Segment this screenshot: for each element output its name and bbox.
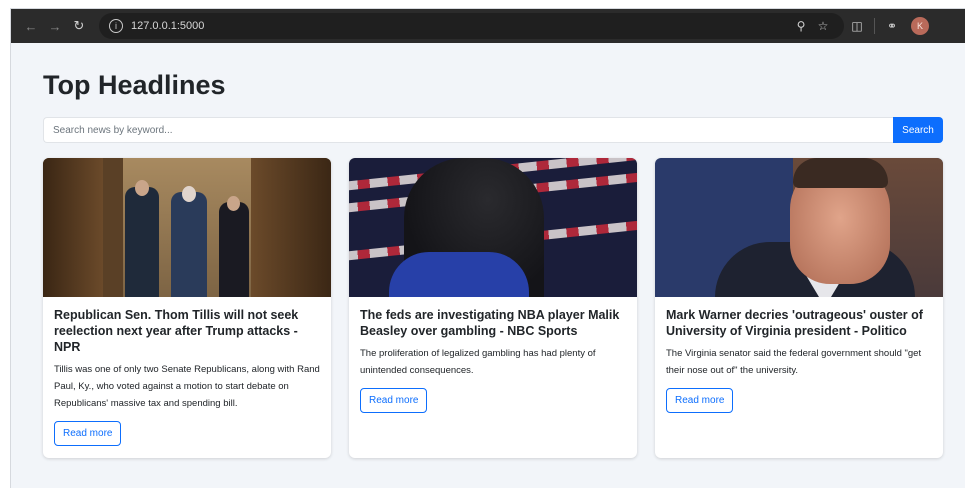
address-bar[interactable]: i 127.0.0.1:5000 ⚲ ☆ bbox=[99, 13, 844, 39]
card-body: Mark Warner decries 'outrageous' ouster … bbox=[655, 297, 943, 425]
browser-window: ← → ↻ i 127.0.0.1:5000 ⚲ ☆ ◫ ⚭ K Top Hea… bbox=[10, 8, 965, 488]
search-button[interactable]: Search bbox=[893, 117, 943, 143]
toolbar-separator bbox=[874, 18, 875, 34]
page-title: Top Headlines bbox=[43, 70, 226, 100]
site-info-icon[interactable]: i bbox=[109, 19, 123, 33]
search-input[interactable] bbox=[43, 117, 893, 143]
article-description: The Virginia senator said the federal go… bbox=[666, 348, 922, 376]
article-title: Mark Warner decries 'outrageous' ouster … bbox=[666, 308, 923, 338]
media-controls-icon[interactable]: ⚭ bbox=[879, 13, 905, 39]
news-card: The feds are investigating NBA player Ma… bbox=[349, 158, 637, 458]
forward-arrow-icon[interactable]: → bbox=[43, 14, 67, 38]
page-content: Top Headlines Search Repub bbox=[11, 43, 965, 458]
news-card: Mark Warner decries 'outrageous' ouster … bbox=[655, 158, 943, 458]
back-arrow-icon[interactable]: ← bbox=[19, 14, 43, 38]
article-title: The feds are investigating NBA player Ma… bbox=[360, 308, 620, 338]
read-more-button[interactable]: Read more bbox=[666, 388, 734, 413]
card-body: The feds are investigating NBA player Ma… bbox=[349, 297, 637, 425]
card-body: Republican Sen. Thom Tillis will not see… bbox=[43, 297, 331, 458]
article-image bbox=[43, 158, 331, 297]
article-description: Tillis was one of only two Senate Republ… bbox=[54, 364, 320, 409]
browser-toolbar: ← → ↻ i 127.0.0.1:5000 ⚲ ☆ ◫ ⚭ K bbox=[11, 9, 965, 43]
profile-avatar[interactable]: K bbox=[911, 17, 929, 35]
read-more-button[interactable]: Read more bbox=[54, 421, 122, 446]
article-title: Republican Sen. Thom Tillis will not see… bbox=[54, 308, 299, 354]
reload-icon[interactable]: ↻ bbox=[67, 14, 91, 38]
read-more-button[interactable]: Read more bbox=[360, 388, 428, 413]
extensions-icon[interactable]: ◫ bbox=[844, 13, 870, 39]
address-url[interactable]: 127.0.0.1:5000 bbox=[131, 20, 790, 32]
bookmark-star-icon[interactable]: ☆ bbox=[812, 15, 834, 37]
article-image bbox=[655, 158, 943, 297]
search-form: Search bbox=[43, 117, 943, 143]
article-image bbox=[349, 158, 637, 297]
article-description: The proliferation of legalized gambling … bbox=[360, 348, 596, 376]
news-card: Republican Sen. Thom Tillis will not see… bbox=[43, 158, 331, 458]
zoom-icon[interactable]: ⚲ bbox=[790, 15, 812, 37]
news-card-list: Republican Sen. Thom Tillis will not see… bbox=[43, 158, 943, 458]
